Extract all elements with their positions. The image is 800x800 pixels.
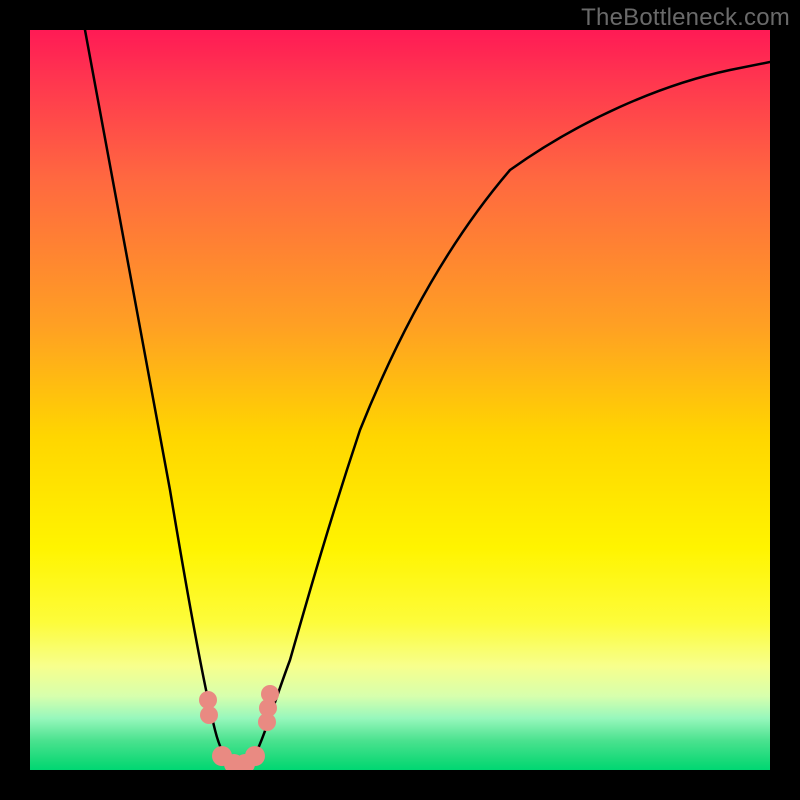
plot-area bbox=[30, 30, 770, 770]
highlight-dots bbox=[199, 685, 279, 770]
chart-frame: TheBottleneck.com bbox=[0, 0, 800, 800]
watermark-text: TheBottleneck.com bbox=[581, 4, 790, 32]
bottleneck-curve bbox=[85, 30, 770, 765]
curve-svg bbox=[30, 30, 770, 770]
